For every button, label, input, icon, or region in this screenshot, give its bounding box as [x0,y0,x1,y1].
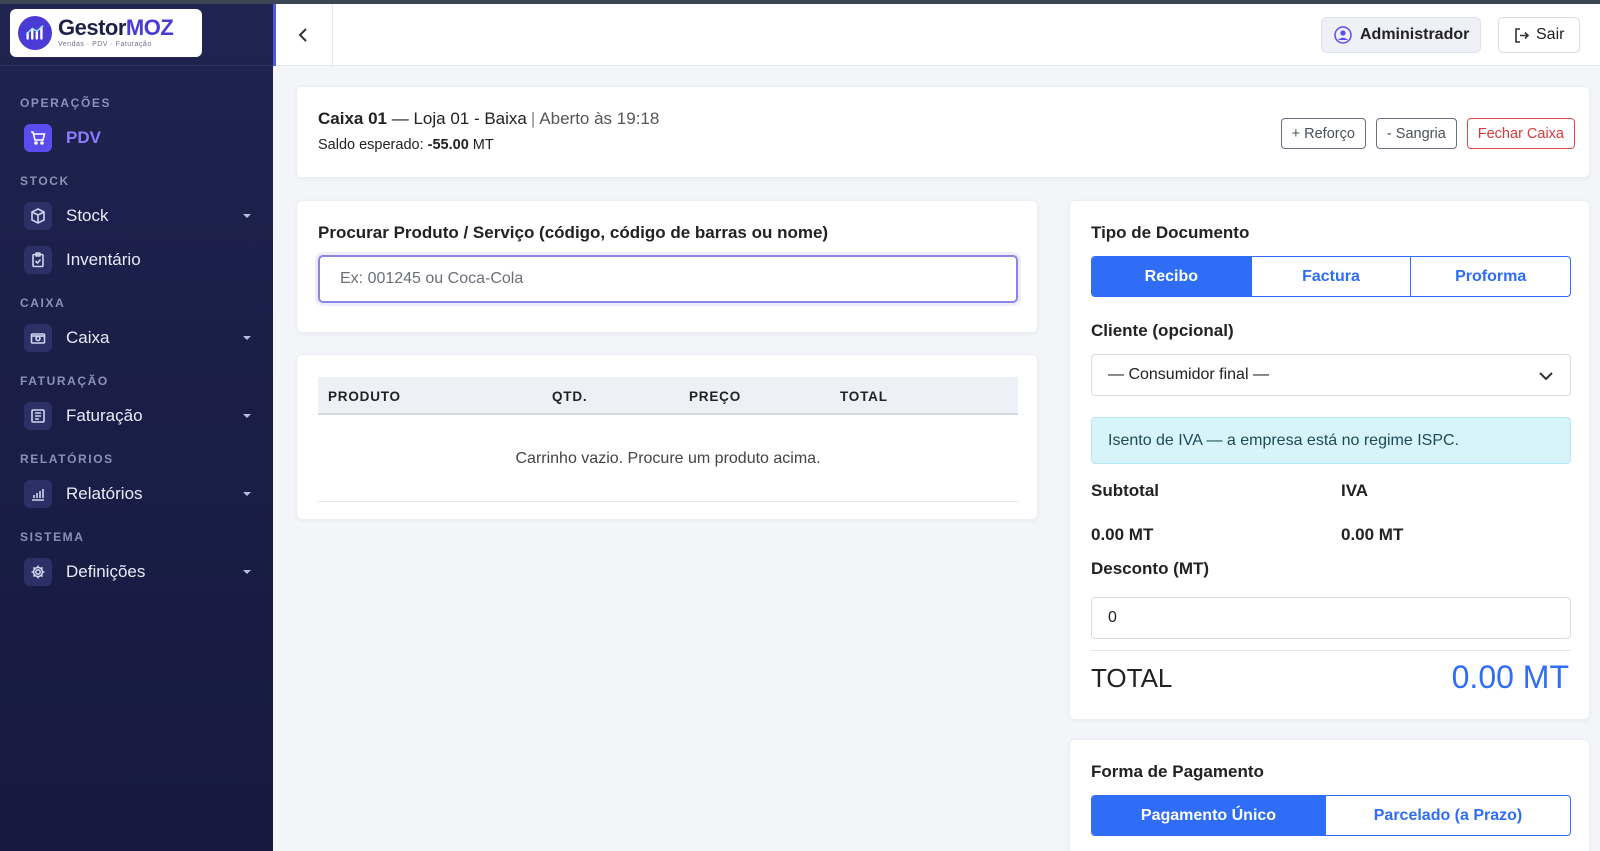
clipboard-icon [24,246,52,274]
product-search-input[interactable] [318,255,1018,303]
saldo-esperado: Saldo esperado: -55.00 MT [318,137,494,153]
section-sistema: SISTEMA [20,530,85,544]
sidebar-item-faturacao[interactable]: Faturação [0,394,273,438]
divider [1091,650,1571,651]
sidebar-item-stock[interactable]: Stock [0,194,273,238]
brand-tagline: Vendas · PDV · Faturação [58,41,152,48]
section-relatorios: RELATÓRIOS [20,452,114,466]
sidebar-item-label: PDV [66,128,101,147]
logout-button[interactable]: Sair [1498,17,1580,53]
logo-area: GestorMOZ Vendas · PDV · Faturação [0,0,273,66]
payment-card: Forma de Pagamento Pagamento Único Parce… [1069,739,1590,851]
caixa-actions: + Reforço - Sangria Fechar Caixa [1280,118,1575,149]
cart-empty-message: Carrinho vazio. Procure um produto acima… [318,417,1018,502]
cliente-select[interactable]: — Consumidor final — [1091,354,1571,396]
top-header: Administrador Sair [273,4,1600,66]
document-type-title: Tipo de Documento [1091,223,1250,242]
payment-parcelado-option[interactable]: Parcelado (a Prazo) [1326,796,1570,835]
search-label: Procurar Produto / Serviço (código, códi… [318,223,829,242]
sidebar-item-label: Inventário [66,250,141,269]
logout-icon [1515,27,1530,43]
caixa-name: Caixa 01 [318,109,387,128]
sidebar-toggle-button[interactable] [273,4,333,66]
invoice-icon [24,402,52,430]
column-produto: PRODUTO [328,389,401,404]
cash-icon [24,324,52,352]
reforco-button[interactable]: + Reforço [1280,118,1366,149]
product-search-card: Procurar Produto / Serviço (código, códi… [296,200,1038,333]
section-faturacao: FATURAÇÃO [20,374,109,388]
cliente-label: Cliente (opcional) [1091,321,1234,340]
chevron-down-icon [243,492,251,496]
sidebar-item-label: Stock [66,206,109,225]
sidebar-item-caixa[interactable]: Caixa [0,316,273,360]
sidebar: GestorMOZ Vendas · PDV · Faturação OPERA… [0,0,273,851]
box-icon [24,202,52,230]
subtotal-label: Subtotal [1091,481,1159,500]
desconto-label: Desconto (MT) [1091,559,1210,578]
sidebar-item-label: Faturação [66,406,143,425]
chevron-down-icon [243,414,251,418]
sidebar-nav: OPERAÇÕES PDV STOCK Stock Inventário CAI… [0,66,273,594]
subtotal-value: 0.00 MT [1091,525,1154,544]
saldo-label: Saldo esperado: [318,137,424,153]
payment-unico-option[interactable]: Pagamento Único [1092,796,1326,835]
doc-type-factura[interactable]: Factura [1252,257,1412,296]
doc-type-proforma[interactable]: Proforma [1411,257,1570,296]
payment-title: Forma de Pagamento [1091,762,1264,781]
caixa-status-card: Caixa 01 — Loja 01 - Baixa | Aberto às 19:… [296,86,1590,178]
brand-name: GestorMOZ [58,15,174,40]
cliente-selected-value: — Consumidor final — [1108,366,1269,383]
total-label: TOTAL [1091,663,1173,693]
user-icon [1334,26,1352,44]
desconto-input[interactable] [1091,597,1571,639]
logout-label: Sair [1536,26,1565,43]
iva-label: IVA [1341,481,1369,500]
payment-type-selector: Pagamento Único Parcelado (a Prazo) [1091,795,1571,836]
section-operacoes: OPERAÇÕES [20,96,112,110]
chevron-down-icon [243,570,251,574]
logo-icon [18,15,52,50]
column-total: TOTAL [840,389,888,404]
sidebar-item-pdv[interactable]: PDV [0,116,273,160]
chevron-down-icon [243,336,251,340]
sidebar-item-relatorios[interactable]: Relatórios [0,472,273,516]
saldo-unit: MT [472,137,494,153]
chart-icon [24,480,52,508]
iva-notice: Isento de IVA — a empresa está no regime… [1091,417,1571,464]
caixa-opened-time: Aberto às 19:18 [539,109,660,128]
saldo-value: -55.00 [427,137,469,153]
caixa-heading: Caixa 01 — Loja 01 - Baixa | Aberto às 19:… [318,109,660,128]
cart-icon [24,124,52,152]
fechar-caixa-button[interactable]: Fechar Caixa [1466,118,1575,149]
document-type-selector: Recibo Factura Proforma [1091,256,1571,297]
iva-value: 0.00 MT [1341,525,1404,544]
brand-logo[interactable]: GestorMOZ Vendas · PDV · Faturação [10,8,202,57]
column-qtd: QTD. [552,389,588,404]
window-top-strip [0,0,1600,4]
doc-type-recibo[interactable]: Recibo [1092,257,1252,296]
section-stock: STOCK [20,174,70,188]
user-menu-button[interactable]: Administrador [1321,17,1481,53]
user-name: Administrador [1360,26,1470,43]
cart-table-header: PRODUTO QTD. PREÇO TOTAL [318,377,1018,415]
cart-card: PRODUTO QTD. PREÇO TOTAL Carrinho vazio.… [296,354,1038,520]
section-caixa: CAIXA [20,296,66,310]
gear-icon [24,558,52,586]
total-value: 0.00 MT [1451,659,1569,695]
sidebar-item-label: Caixa [66,328,110,347]
chevron-down-icon [1539,372,1553,381]
column-preco: PREÇO [689,389,742,404]
chevron-down-icon [243,214,251,218]
sidebar-item-definicoes[interactable]: Definições [0,550,273,594]
document-card: Tipo de Documento Recibo Factura Proform… [1069,200,1590,720]
chevron-left-icon [298,28,307,42]
sidebar-item-inventario[interactable]: Inventário [0,238,273,282]
caixa-store: — Loja 01 - Baixa [391,109,527,128]
sidebar-item-label: Definições [66,562,146,581]
sangria-button[interactable]: - Sangria [1375,118,1457,149]
sidebar-item-label: Relatórios [66,484,143,503]
